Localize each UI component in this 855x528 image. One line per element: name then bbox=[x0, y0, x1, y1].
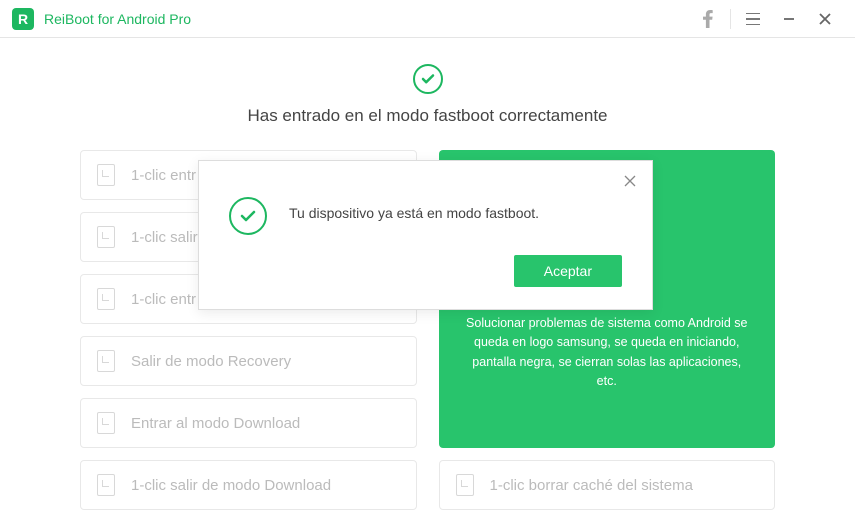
option-exit-download[interactable]: 1-clic salir de modo Download bbox=[80, 460, 417, 510]
app-title: ReiBoot for Android Pro bbox=[44, 11, 690, 27]
checkmark-icon bbox=[229, 197, 267, 235]
checkmark-icon bbox=[413, 64, 443, 94]
option-label: Entrar al modo Download bbox=[131, 415, 300, 432]
close-icon[interactable] bbox=[620, 171, 640, 191]
option-label: 1-clic salir bbox=[131, 229, 198, 246]
accept-button[interactable]: Aceptar bbox=[514, 255, 622, 287]
option-label: Salir de modo Recovery bbox=[131, 353, 291, 370]
option-clear-cache[interactable]: 1-clic borrar caché del sistema bbox=[439, 460, 776, 510]
close-icon[interactable] bbox=[807, 0, 843, 38]
facebook-icon[interactable] bbox=[690, 0, 726, 38]
phone-icon bbox=[97, 474, 115, 496]
modal-text-area: Tu dispositivo ya está en modo fastboot.… bbox=[289, 197, 622, 287]
phone-icon bbox=[97, 350, 115, 372]
titlebar-controls bbox=[690, 0, 843, 38]
modal-dialog: Tu dispositivo ya está en modo fastboot.… bbox=[198, 160, 653, 310]
option-label: 1-clic entr bbox=[131, 167, 196, 184]
option-label: 1-clic entr bbox=[131, 291, 196, 308]
app-logo: R bbox=[12, 8, 34, 30]
option-enter-download[interactable]: Entrar al modo Download bbox=[80, 398, 417, 448]
success-header: Has entrado en el modo fastboot correcta… bbox=[80, 58, 775, 150]
success-message: Has entrado en el modo fastboot correcta… bbox=[80, 106, 775, 126]
phone-icon bbox=[97, 288, 115, 310]
phone-icon bbox=[97, 412, 115, 434]
option-label: 1-clic salir de modo Download bbox=[131, 477, 331, 494]
divider bbox=[730, 9, 731, 29]
phone-icon bbox=[97, 226, 115, 248]
phone-icon bbox=[97, 164, 115, 186]
modal-message: Tu dispositivo ya está en modo fastboot. bbox=[289, 205, 622, 221]
option-label: 1-clic borrar caché del sistema bbox=[490, 477, 693, 494]
featured-description: Solucionar problemas de sistema como And… bbox=[461, 314, 754, 392]
modal-body: Tu dispositivo ya está en modo fastboot.… bbox=[199, 161, 652, 309]
phone-icon bbox=[456, 474, 474, 496]
modal-actions: Aceptar bbox=[289, 255, 622, 287]
minimize-icon[interactable] bbox=[771, 0, 807, 38]
menu-icon[interactable] bbox=[735, 0, 771, 38]
option-exit-recovery[interactable]: Salir de modo Recovery bbox=[80, 336, 417, 386]
titlebar: R ReiBoot for Android Pro bbox=[0, 0, 855, 38]
